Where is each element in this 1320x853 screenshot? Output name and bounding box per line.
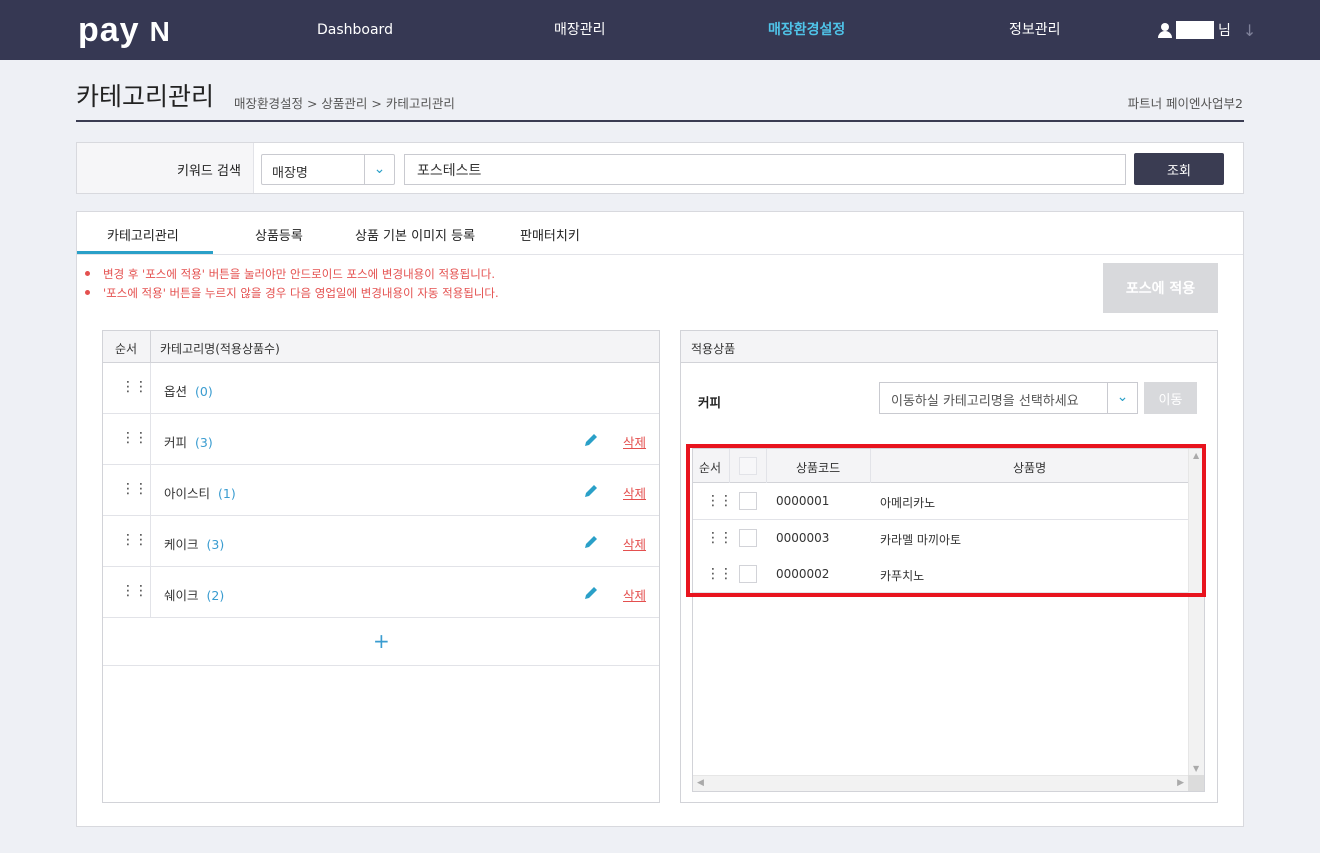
delete-link[interactable]: 삭제 — [623, 483, 646, 502]
header-order: 순서 — [115, 342, 138, 356]
drag-handle-icon[interactable]: ⋮⋮ — [121, 533, 148, 547]
page-title: 카테고리관리 — [76, 82, 215, 111]
tab-bar: 카테고리관리 상품등록 상품 기본 이미지 등록 판매터치키 — [77, 212, 1243, 255]
apply-to-pos-button[interactable]: 포스에 적용 — [1103, 263, 1218, 313]
move-category-placeholder: 이동하실 카테고리명을 선택하세요 — [891, 394, 1079, 409]
product-row[interactable]: ⋮⋮ 0000002 카푸치노 — [693, 556, 1188, 593]
pencil-icon[interactable] — [583, 534, 599, 550]
nav-store-settings[interactable]: 매장환경설정 — [768, 20, 845, 40]
pencil-icon[interactable] — [583, 585, 599, 601]
product-name: 카푸치노 — [880, 569, 925, 583]
search-field-select[interactable]: 매장명 ⌄ — [261, 154, 395, 185]
category-row[interactable]: ⋮⋮ 아이스티 (1) 삭제 — [103, 465, 659, 516]
user-name-redacted — [1176, 21, 1214, 39]
drag-handle-icon[interactable]: ⋮⋮ — [706, 567, 733, 581]
applied-products-panel: 적용상품 커피 이동하실 카테고리명을 선택하세요 ⌄ 이동 순서 상품코드 상… — [680, 330, 1218, 803]
notice-2: '포스에 적용' 버튼을 누르지 않을 경우 다음 영업일에 변경내용이 자동 … — [85, 286, 499, 300]
header-order: 순서 — [699, 461, 722, 475]
keyword-search-box: 키워드 검색 매장명 ⌄ 조회 — [76, 142, 1244, 194]
notice-1: 변경 후 '포스에 적용' 버튼을 눌러야만 안드로이드 포스에 변경내용이 적… — [84, 267, 496, 281]
scrollbar-corner — [1188, 775, 1204, 791]
pencil-icon[interactable] — [583, 432, 599, 448]
applied-products-header: 적용상품 — [681, 331, 1217, 363]
nav-store-management[interactable]: 매장관리 — [554, 20, 606, 40]
product-code: 0000002 — [776, 567, 830, 581]
drag-handle-icon[interactable]: ⋮⋮ — [121, 431, 148, 445]
category-row[interactable]: ⋮⋮ 옵션 (0) — [103, 363, 659, 414]
logo-text: pay — [78, 11, 140, 49]
delete-link[interactable]: 삭제 — [623, 585, 646, 604]
user-menu[interactable]: 님 ↓ — [1158, 19, 1256, 41]
row-checkbox[interactable] — [739, 565, 757, 583]
chevron-down-icon[interactable]: ⌄ — [1107, 383, 1137, 413]
applied-products-title: 적용상품 — [691, 342, 736, 356]
plus-icon[interactable]: + — [373, 629, 390, 653]
scroll-up-icon[interactable]: ▲ — [1193, 451, 1199, 460]
move-category-select[interactable]: 이동하실 카테고리명을 선택하세요 ⌄ — [879, 382, 1138, 414]
category-row[interactable]: ⋮⋮ 쉐이크 (2) 삭제 — [103, 567, 659, 618]
row-checkbox[interactable] — [739, 529, 757, 547]
product-name: 아메리카노 — [880, 496, 936, 510]
drag-handle-icon[interactable]: ⋮⋮ — [706, 531, 733, 545]
category-row[interactable]: ⋮⋮ 케이크 (3) 삭제 — [103, 516, 659, 567]
product-grid: 순서 상품코드 상품명 ⋮⋮ 0000001 아메리카노 ⋮⋮ 0000003 … — [692, 448, 1205, 792]
select-all-checkbox[interactable] — [739, 457, 757, 475]
payn-logo[interactable]: pay N — [78, 12, 171, 50]
delete-link[interactable]: 삭제 — [623, 432, 646, 451]
search-field-value: 매장명 — [272, 166, 308, 181]
add-category-row[interactable]: + — [103, 619, 659, 666]
category-table-header: 순서 카테고리명(적용상품수) — [103, 331, 659, 363]
product-code: 0000001 — [776, 494, 830, 508]
search-label: 키워드 검색 — [177, 164, 241, 179]
drag-handle-icon[interactable]: ⋮⋮ — [121, 584, 148, 598]
category-name: 쉐이크 (2) — [164, 588, 225, 603]
nav-info-management[interactable]: 정보관리 — [1009, 20, 1061, 40]
pencil-icon[interactable] — [583, 483, 599, 499]
delete-link[interactable]: 삭제 — [623, 534, 646, 553]
product-name: 카라멜 마끼아토 — [880, 533, 962, 547]
move-button[interactable]: 이동 — [1144, 382, 1197, 414]
header-product-name: 상품명 — [1013, 461, 1047, 475]
user-suffix: 님 — [1218, 23, 1231, 39]
vertical-scrollbar[interactable]: ▲ ▼ — [1188, 449, 1204, 775]
header-category-name: 카테고리명(적용상품수) — [160, 342, 280, 356]
category-name: 아이스티 (1) — [164, 486, 236, 501]
top-nav-bar: pay N Dashboard 매장관리 매장환경설정 정보관리 님 ↓ — [0, 0, 1320, 60]
row-checkbox[interactable] — [739, 492, 757, 510]
product-grid-header: 순서 상품코드 상품명 — [693, 449, 1188, 483]
breadcrumb: 매장환경설정 > 상품관리 > 카테고리관리 — [234, 96, 455, 111]
category-table: 순서 카테고리명(적용상품수) ⋮⋮ 옵션 (0) ⋮⋮ 커피 (3) 삭제 ⋮⋮ … — [102, 330, 660, 803]
tab-product-image-registration[interactable]: 상품 기본 이미지 등록 — [355, 225, 475, 244]
category-name: 옵션 (0) — [164, 384, 213, 399]
arrow-down-icon[interactable]: ↓ — [1243, 21, 1256, 40]
tab-sales-touch-keys[interactable]: 판매터치키 — [520, 225, 580, 244]
active-tab-indicator — [77, 251, 213, 254]
header-product-code: 상품코드 — [796, 461, 841, 475]
drag-handle-icon[interactable]: ⋮⋮ — [121, 482, 148, 496]
product-row[interactable]: ⋮⋮ 0000001 아메리카노 — [693, 483, 1188, 520]
scroll-left-icon[interactable]: ◀ — [697, 778, 704, 788]
search-button[interactable]: 조회 — [1134, 153, 1224, 185]
keyword-input[interactable] — [404, 154, 1126, 185]
tab-product-registration[interactable]: 상품등록 — [255, 225, 303, 244]
product-code: 0000003 — [776, 531, 830, 545]
category-row[interactable]: ⋮⋮ 커피 (3) 삭제 — [103, 414, 659, 465]
tab-category-management[interactable]: 카테고리관리 — [107, 225, 179, 244]
category-name: 커피 (3) — [164, 435, 213, 450]
partner-name: 파트너 페이엔사업부2 — [1127, 96, 1243, 111]
nav-dashboard[interactable]: Dashboard — [317, 20, 393, 40]
chevron-down-icon[interactable]: ⌄ — [364, 155, 394, 184]
horizontal-scrollbar[interactable]: ◀ ▶ — [693, 775, 1188, 791]
title-divider — [76, 120, 1244, 122]
logo-mark: N — [149, 16, 171, 47]
main-panel: 카테고리관리 상품등록 상품 기본 이미지 등록 판매터치키 변경 후 '포스에… — [76, 211, 1244, 827]
drag-handle-icon[interactable]: ⋮⋮ — [706, 494, 733, 508]
scroll-down-icon[interactable]: ▼ — [1193, 764, 1199, 773]
user-icon — [1158, 22, 1172, 38]
category-name: 케이크 (3) — [164, 537, 225, 552]
scroll-right-icon[interactable]: ▶ — [1177, 778, 1184, 788]
product-row[interactable]: ⋮⋮ 0000003 카라멜 마끼아토 — [693, 520, 1188, 557]
drag-handle-icon[interactable]: ⋮⋮ — [121, 380, 148, 394]
current-category-name: 커피 — [698, 395, 722, 410]
